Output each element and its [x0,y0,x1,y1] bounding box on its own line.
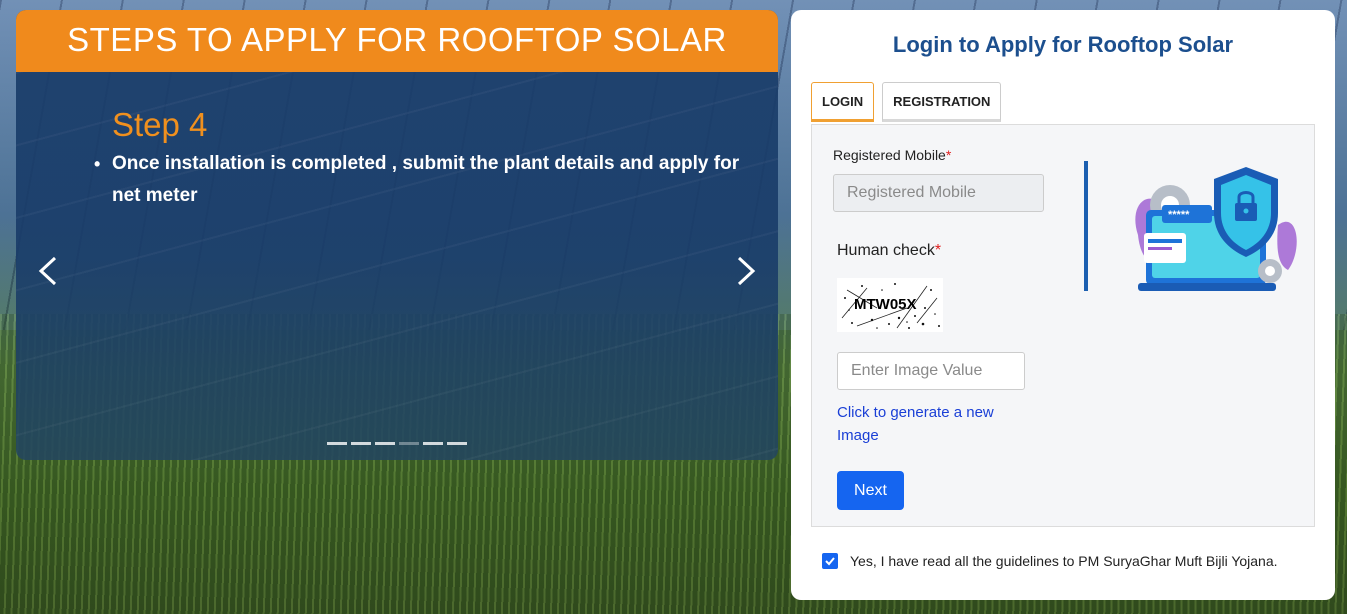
chevron-right-icon [737,256,756,286]
tab-registration[interactable]: REGISTRATION [882,82,1002,122]
human-check-label: Human check* [837,242,941,260]
svg-text:*****: ***** [1168,209,1190,221]
vertical-divider [1084,161,1088,291]
guidelines-checkbox[interactable] [822,553,838,569]
login-card-title: Login to Apply for Rooftop Solar [892,32,1234,57]
steps-carousel: STEPS TO APPLY FOR ROOFTOP SOLAR Step 4 … [16,10,778,460]
required-mark: * [934,242,942,259]
captcha-text: MTW05X [854,296,917,313]
carousel-header: STEPS TO APPLY FOR ROOFTOP SOLAR [16,10,778,72]
security-illustration-icon: ***** [1135,167,1297,291]
login-tabs: LOGIN REGISTRATION [811,82,1002,122]
carousel-next-button[interactable] [726,255,766,295]
carousel-indicator[interactable] [447,442,467,445]
carousel-indicator[interactable] [327,442,347,445]
login-card: Login to Apply for Rooftop Solar LOGIN R… [791,10,1335,600]
image-value-input[interactable] [837,352,1025,390]
registered-mobile-input[interactable] [833,174,1044,212]
carousel-prev-button[interactable] [28,255,68,295]
mobile-label: Registered Mobile* [833,147,951,163]
step-title: Step 4 [112,106,208,143]
guidelines-agreement: Yes, I have read all the guidelines to P… [822,553,1278,569]
chevron-left-icon [38,256,57,286]
human-check-label-text: Human check [837,242,935,259]
mobile-label-text: Registered Mobile [833,147,946,163]
step-list: Once installation is completed , submit … [94,148,752,212]
carousel-indicator-active[interactable] [399,442,419,445]
carousel-indicator[interactable] [423,442,443,445]
regenerate-captcha-link[interactable]: Click to generate a new Image [837,401,1017,447]
step-item: Once installation is completed , submit … [94,148,752,212]
guidelines-agreement-text: Yes, I have read all the guidelines to P… [850,553,1278,569]
tab-login[interactable]: LOGIN [811,82,875,122]
checkmark-icon [825,557,835,566]
login-form-panel: Registered Mobile* Human check* MTW05X C… [811,124,1315,527]
next-button[interactable]: Next [837,471,904,510]
required-mark: * [945,147,952,163]
captcha-image: MTW05X [837,278,943,332]
carousel-indicators [327,442,467,445]
carousel-indicator[interactable] [375,442,395,445]
carousel-indicator[interactable] [351,442,371,445]
